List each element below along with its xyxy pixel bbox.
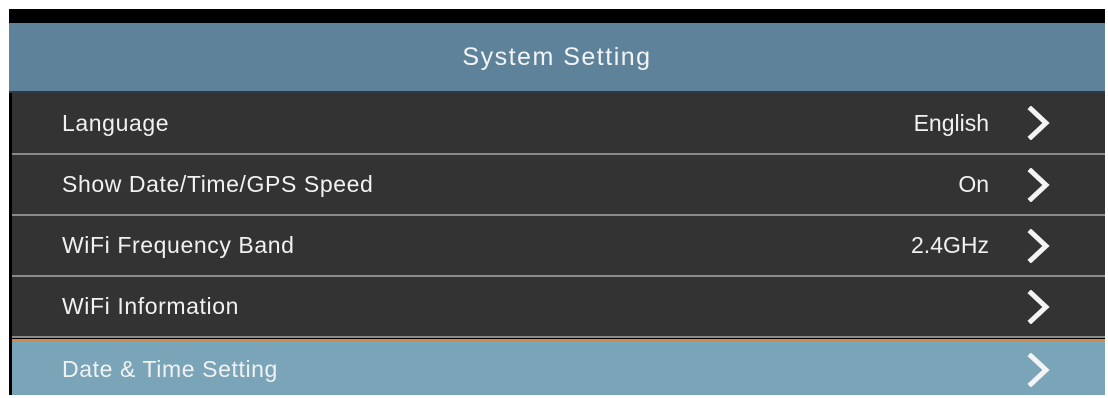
menu-item-label: Show Date/Time/GPS Speed <box>62 171 374 197</box>
page-title: System Setting <box>462 42 652 71</box>
title-bar: System Setting <box>9 23 1105 93</box>
menu-item-value: On <box>958 171 989 197</box>
chevron-right-icon <box>1025 289 1053 324</box>
menu-item-label: Language <box>62 109 170 136</box>
menu-item-language[interactable]: Language English <box>12 93 1105 155</box>
menu-item-show-date-time-gps-speed[interactable]: Show Date/Time/GPS Speed On <box>12 155 1105 216</box>
menu-item-wifi-frequency-band[interactable]: WiFi Frequency Band 2.4GHz <box>12 216 1105 277</box>
chevron-right-icon <box>1025 228 1053 263</box>
menu-item-date-time-setting[interactable]: Date & Time Setting <box>12 339 1105 395</box>
menu-item-value: English <box>913 109 989 136</box>
chevron-right-icon <box>1025 106 1053 140</box>
settings-menu: Language English Show Date/Time/GPS Spee… <box>12 93 1105 395</box>
menu-item-label: WiFi Information <box>62 293 240 319</box>
chevron-right-icon <box>1025 167 1053 202</box>
menu-item-label: Date & Time Setting <box>62 356 278 382</box>
menu-item-label: WiFi Frequency Band <box>62 232 295 258</box>
menu-item-value: 2.4GHz <box>911 232 989 258</box>
settings-screen: System Setting Language English Show Dat… <box>9 9 1105 395</box>
menu-item-wifi-information[interactable]: WiFi Information <box>12 277 1105 338</box>
chevron-right-icon <box>1025 352 1053 387</box>
